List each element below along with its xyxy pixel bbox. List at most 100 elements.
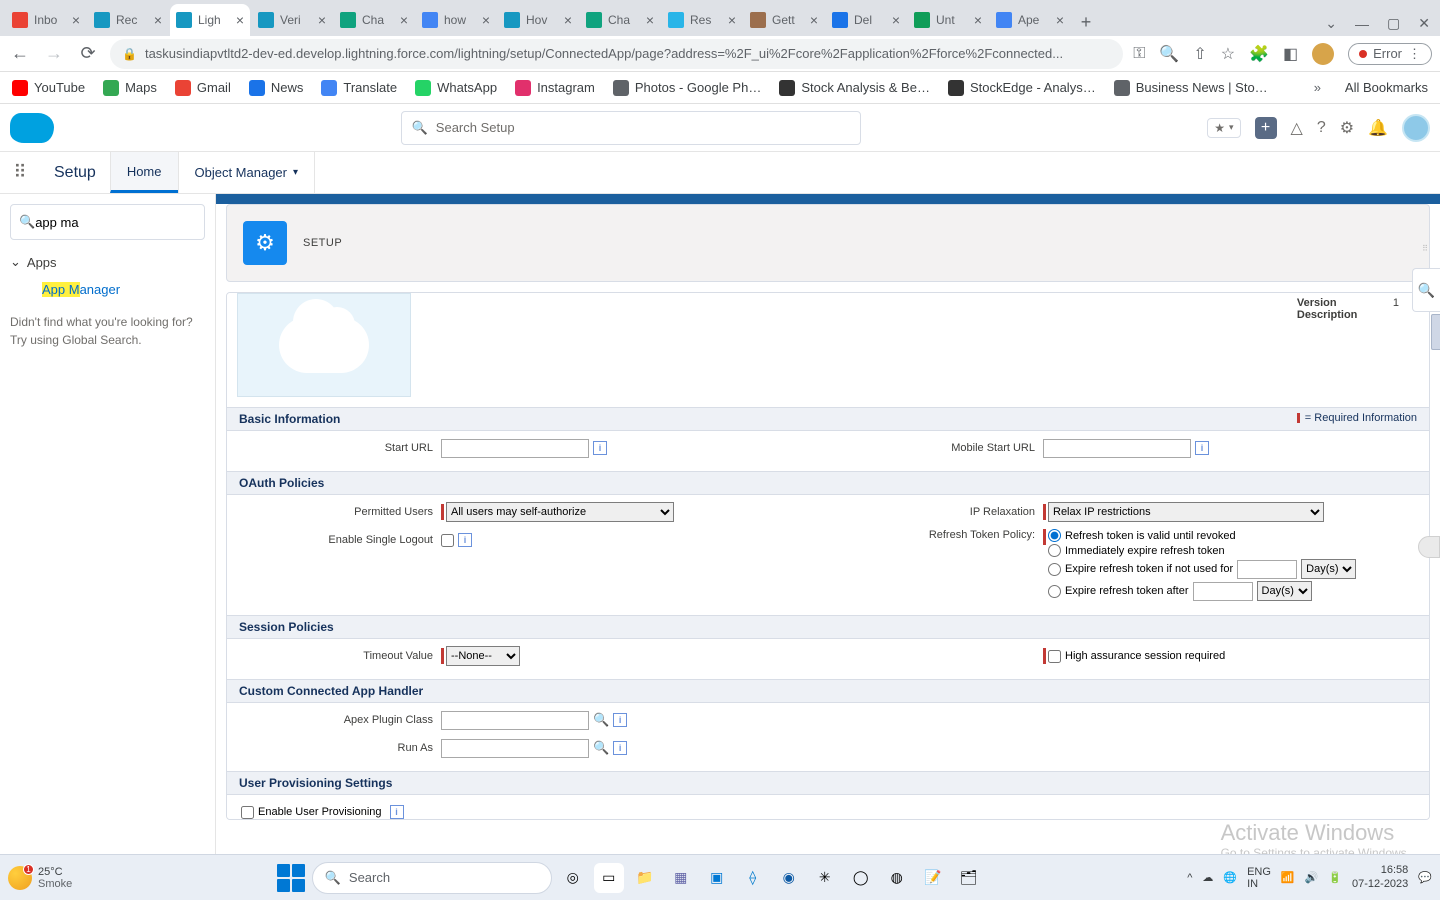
close-icon[interactable]: × (318, 12, 326, 28)
start-button[interactable] (276, 863, 306, 893)
rt-after-radio[interactable] (1048, 585, 1061, 598)
enable-slo-checkbox[interactable] (441, 534, 454, 547)
app-icon[interactable]: 🗂 (954, 863, 984, 893)
browser-tab[interactable]: Ape× (990, 4, 1070, 36)
battery-icon[interactable]: 🔋 (1328, 871, 1342, 884)
high-assurance-checkbox[interactable] (1048, 650, 1061, 663)
browser-tab[interactable]: Del× (826, 4, 906, 36)
side-bubble-icon[interactable] (1418, 536, 1440, 558)
close-icon[interactable]: × (72, 12, 80, 28)
rt-notused-radio[interactable] (1048, 563, 1061, 576)
bookmark-item[interactable]: Stock Analysis & Be… (779, 80, 930, 96)
browser-tab[interactable]: how× (416, 4, 496, 36)
ip-relax-select[interactable]: Relax IP restrictions (1048, 502, 1324, 522)
close-icon[interactable]: × (564, 12, 572, 28)
timeout-select[interactable]: --None-- (446, 646, 520, 666)
browser-tab[interactable]: Inbo× (6, 4, 86, 36)
share-icon[interactable]: ⇧ (1193, 44, 1206, 64)
browser-tab[interactable]: Cha× (334, 4, 414, 36)
browser-tab[interactable]: Hov× (498, 4, 578, 36)
browser-tab[interactable]: Res× (662, 4, 742, 36)
quick-find-input[interactable]: 🔍 (10, 204, 205, 240)
bookmark-item[interactable]: News (249, 80, 304, 96)
info-icon[interactable]: i (1195, 441, 1209, 455)
close-icon[interactable]: × (974, 12, 982, 28)
info-icon[interactable]: i (613, 741, 627, 755)
permitted-users-select[interactable]: All users may self-authorize (446, 502, 674, 522)
vscode-icon[interactable]: ⟠ (738, 863, 768, 893)
favorites-button[interactable]: ★ ▾ (1207, 118, 1240, 138)
rt-after-unit-select[interactable]: Day(s) (1257, 581, 1312, 601)
close-icon[interactable]: × (1056, 12, 1064, 28)
new-tab-button[interactable]: + (1072, 8, 1100, 36)
bookmark-item[interactable]: Translate (321, 80, 397, 96)
bookmark-item[interactable]: YouTube (12, 80, 85, 96)
app-icon[interactable]: ◍ (882, 863, 912, 893)
bookmark-item[interactable]: StockEdge - Analys… (948, 80, 1096, 96)
close-icon[interactable]: × (892, 12, 900, 28)
bookmark-star-icon[interactable]: ☆ (1221, 44, 1235, 64)
chrome-icon[interactable]: ◯ (846, 863, 876, 893)
all-bookmarks-button[interactable]: All Bookmarks (1339, 80, 1428, 95)
quick-find-field[interactable] (35, 215, 211, 230)
browser-tab-active[interactable]: Ligh× (170, 4, 250, 36)
error-badge-button[interactable]: Error⋮ (1348, 43, 1432, 65)
notification-icon[interactable]: 💬 (1418, 871, 1432, 884)
user-avatar[interactable] (1402, 114, 1430, 142)
extensions-icon[interactable]: 🧩 (1249, 44, 1269, 64)
browser-tab[interactable]: Rec× (88, 4, 168, 36)
browser-tab[interactable]: Cha× (580, 4, 660, 36)
browser-tab[interactable]: Veri× (252, 4, 332, 36)
weather-widget[interactable]: 1 25°CSmoke (8, 866, 72, 890)
bookmark-item[interactable]: Maps (103, 80, 157, 96)
key-icon[interactable]: ⚿ (1133, 45, 1145, 63)
sidepanel-icon[interactable]: ◧ (1283, 44, 1298, 64)
close-icon[interactable]: × (236, 12, 244, 28)
rt-notused-input[interactable] (1237, 560, 1297, 579)
tray-chevron-icon[interactable]: ^ (1187, 872, 1192, 884)
info-icon[interactable]: i (613, 713, 627, 727)
info-icon[interactable]: i (390, 805, 404, 819)
maximize-icon[interactable]: ▢ (1387, 15, 1400, 32)
rt-immediate-radio[interactable] (1048, 544, 1061, 557)
app-icon[interactable]: ▦ (666, 863, 696, 893)
taskbar-search-input[interactable]: 🔍Search (312, 862, 552, 894)
rt-after-input[interactable] (1193, 582, 1253, 601)
lookup-icon[interactable]: 🔍 (593, 740, 609, 756)
close-icon[interactable]: × (400, 12, 408, 28)
wifi-icon[interactable]: 📶 (1281, 871, 1295, 884)
tray-clock[interactable]: 16:5807-12-2023 (1352, 864, 1408, 890)
global-search-input[interactable]: 🔍 Search Setup (401, 111, 861, 145)
bookmarks-overflow-icon[interactable]: » (1314, 80, 1321, 95)
tree-item-app-manager[interactable]: App Manager (10, 282, 205, 297)
explorer-icon[interactable]: 📁 (630, 863, 660, 893)
close-icon[interactable]: × (646, 12, 654, 28)
help-icon[interactable]: ? (1317, 119, 1326, 137)
trailhead-icon[interactable]: △ (1291, 118, 1303, 138)
gear-icon[interactable]: ⚙ (1340, 118, 1354, 138)
notepad-icon[interactable]: 📝 (918, 863, 948, 893)
start-url-input[interactable] (441, 439, 589, 458)
close-icon[interactable]: × (728, 12, 736, 28)
close-icon[interactable]: ✕ (1418, 15, 1430, 32)
close-icon[interactable]: × (482, 12, 490, 28)
bell-icon[interactable]: 🔔 (1368, 118, 1388, 138)
bookmark-item[interactable]: WhatsApp (415, 80, 497, 96)
tray-language[interactable]: ENGIN (1247, 866, 1271, 890)
copilot-icon[interactable]: ◎ (558, 863, 588, 893)
url-input[interactable]: 🔒 taskusindiapvtltd2-dev-ed.develop.ligh… (110, 39, 1123, 69)
zoom-icon[interactable]: 🔍 (1159, 44, 1179, 64)
task-view-icon[interactable]: ▭ (594, 863, 624, 893)
app-launcher-icon[interactable]: ⠿ (0, 162, 40, 183)
reload-button[interactable]: ⟳ (76, 42, 100, 66)
run-as-input[interactable] (441, 739, 589, 758)
browser-tab[interactable]: Unt× (908, 4, 988, 36)
minimize-icon[interactable]: — (1355, 16, 1369, 32)
close-icon[interactable]: × (810, 12, 818, 28)
lookup-icon[interactable]: 🔍 (593, 712, 609, 728)
volume-icon[interactable]: 🔊 (1305, 871, 1319, 884)
mobile-start-url-input[interactable] (1043, 439, 1191, 458)
bookmark-item[interactable]: Gmail (175, 80, 231, 96)
onedrive-icon[interactable]: ☁ (1202, 871, 1213, 884)
network-icon[interactable]: 🌐 (1223, 871, 1237, 884)
